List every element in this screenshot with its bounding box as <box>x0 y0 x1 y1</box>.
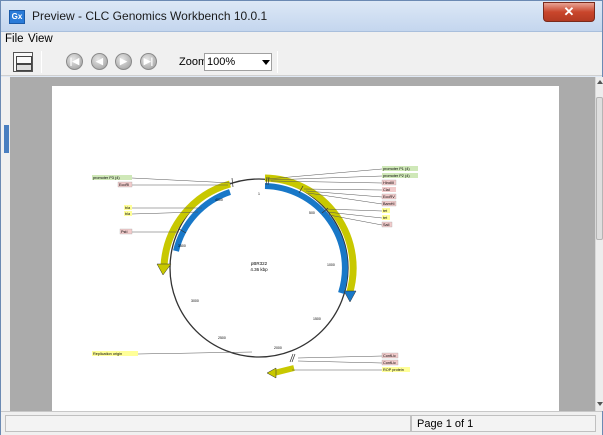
feature-label[interactable]: ConfLic <box>383 354 396 358</box>
tick-label: 2500 <box>218 336 226 340</box>
feature-label[interactable]: bla <box>125 206 131 210</box>
toolbar-separator <box>41 51 42 73</box>
tick-label: 1500 <box>313 317 321 321</box>
toolbar-separator <box>277 51 278 73</box>
first-page-icon[interactable]: |◀ <box>66 53 83 70</box>
zoom-select[interactable]: 100% <box>204 53 272 71</box>
tick-label: 1000 <box>327 263 335 267</box>
toolbar: |◀ ◀ ▶ ▶| Zoom 100% <box>1 48 602 76</box>
feature-label[interactable]: SalI <box>383 223 390 227</box>
tick-label: 4000 <box>215 198 223 202</box>
feature-label[interactable]: ClaI <box>383 188 390 192</box>
page-info: Page 1 of 1 <box>417 418 474 430</box>
feature-label[interactable]: bla <box>125 212 131 216</box>
preview-window: Gx Preview - CLC Genomics Workbench 10.0… <box>0 0 603 435</box>
feature-label[interactable]: promoter P1 (4) <box>383 167 410 171</box>
panel-handle[interactable] <box>4 125 9 153</box>
menu-view[interactable]: View <box>28 33 53 45</box>
chevron-down-icon <box>262 60 270 65</box>
feature-label[interactable]: EcoRV <box>383 195 395 199</box>
last-page-icon[interactable]: ▶| <box>140 53 157 70</box>
rop-arc <box>273 365 295 376</box>
preview-page: pBR322 4.36 kbp 4000 3500 3000 2500 2000… <box>52 86 559 411</box>
zoom-value: 100% <box>207 56 236 68</box>
left-panel-edge <box>1 77 10 411</box>
rop-arrow <box>266 367 277 379</box>
tick-label: 3000 <box>191 299 199 303</box>
status-message-cell <box>5 415 411 432</box>
plasmid-map: pBR322 4.36 kbp 4000 3500 3000 2500 2000… <box>92 166 418 379</box>
vertical-scrollbar[interactable] <box>595 77 603 411</box>
status-bar: Page 1 of 1 <box>1 411 602 435</box>
tick-label: 3500 <box>178 244 186 248</box>
app-icon: Gx <box>9 10 25 24</box>
scroll-up-icon[interactable] <box>597 80 603 84</box>
menu-bar: File View <box>1 32 602 48</box>
zoom-label: Zoom <box>179 56 208 68</box>
scroll-thumb[interactable] <box>596 97 603 240</box>
feature-label[interactable]: BamHI <box>383 202 395 206</box>
plasmid-length: 4.36 kbp <box>250 267 268 272</box>
menu-file[interactable]: File <box>5 33 24 45</box>
plasmid-name: pBR322 <box>251 261 268 266</box>
next-page-icon[interactable]: ▶ <box>115 53 132 70</box>
tick-label: 2000 <box>274 346 282 350</box>
feature-label[interactable]: ROP protein <box>383 368 404 372</box>
feature-label[interactable]: HindIII <box>383 181 394 185</box>
tick-label: 500 <box>309 211 315 215</box>
tick-label: 1 <box>258 192 260 196</box>
feature-label[interactable]: PstI <box>121 230 128 234</box>
feature-label[interactable]: ConfLic <box>383 361 396 365</box>
close-button[interactable]: ✕ <box>543 2 595 22</box>
feature-label[interactable]: promoter P2 (4) <box>383 174 410 178</box>
title-bar: Gx Preview - CLC Genomics Workbench 10.0… <box>1 1 602 32</box>
scroll-down-icon[interactable] <box>597 402 603 406</box>
previous-page-icon[interactable]: ◀ <box>91 53 108 70</box>
tet-blue-arc <box>264 183 348 294</box>
feature-label[interactable]: Replication origin <box>93 352 122 356</box>
preview-viewport: pBR322 4.36 kbp 4000 3500 3000 2500 2000… <box>10 77 595 411</box>
print-icon[interactable] <box>13 52 33 72</box>
window-title: Preview - CLC Genomics Workbench 10.0.1 <box>32 9 268 23</box>
tet-arrow <box>343 290 357 303</box>
feature-label[interactable]: EcoRI <box>119 183 129 187</box>
feature-label[interactable]: promoter P3 (4) <box>93 176 120 180</box>
bla-arrow <box>156 263 172 276</box>
